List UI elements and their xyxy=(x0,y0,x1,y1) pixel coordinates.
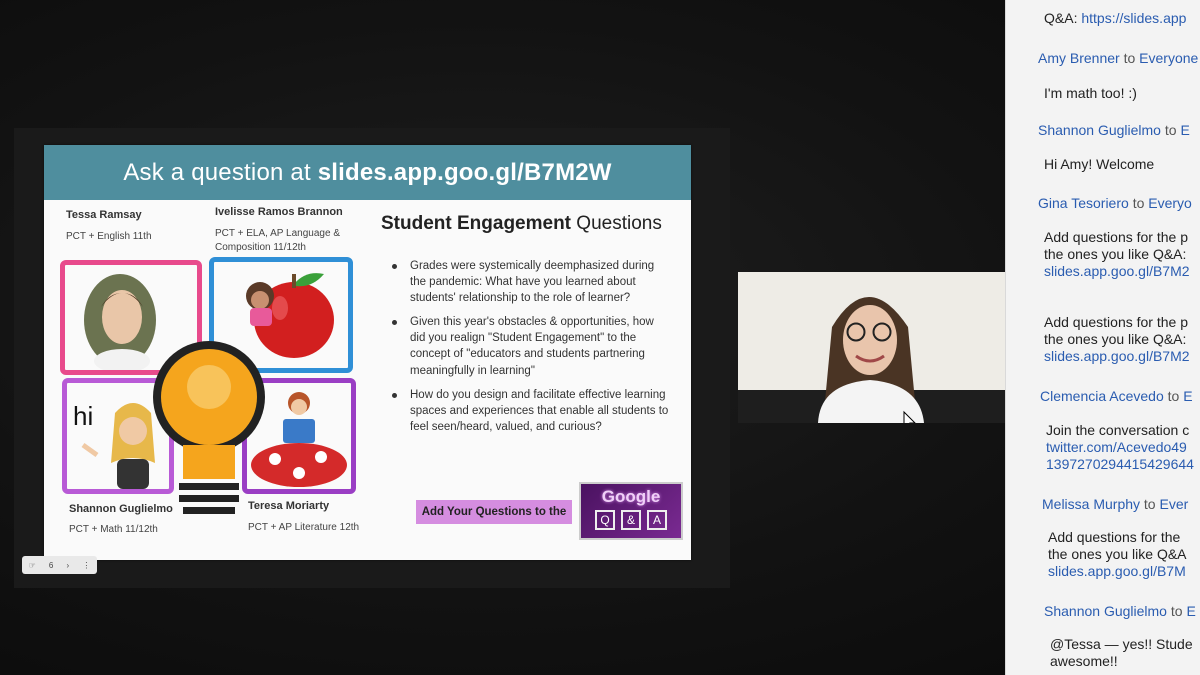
chat-message-text: Add questions for the p xyxy=(1044,229,1188,245)
chat-to-label: to xyxy=(1143,496,1156,512)
header-link: slides.app.goo.gl/B7M2W xyxy=(317,159,612,186)
engagement-title-bold: Student Engagement xyxy=(381,213,572,234)
more-options-button[interactable]: ⋮ xyxy=(82,561,90,570)
chat-qa-prefix: Q&A: xyxy=(1044,10,1082,26)
chat-message-text: Add questions for the xyxy=(1048,529,1181,545)
chat-to-label: to xyxy=(1164,122,1177,138)
chat-message-header: Clemencia Acevedo to E xyxy=(1040,388,1193,404)
question-item: Given this year's obstacles & opportunit… xyxy=(389,314,669,378)
chat-message-text: Add questions for the p xyxy=(1044,314,1188,330)
chat-to-label: to xyxy=(1170,603,1183,619)
chat-sender[interactable]: Melissa Murphy xyxy=(1042,496,1140,512)
page-number: 6 xyxy=(48,560,54,570)
google-qa-logo[interactable]: Google Q & A xyxy=(579,482,683,540)
chat-message-link[interactable]: 1397270294415429644 xyxy=(1046,456,1194,472)
chat-message-link[interactable]: twitter.com/Acevedo49 xyxy=(1046,439,1187,455)
chat-message-text: the ones you like Q&A: xyxy=(1044,331,1187,347)
presenter-name-shannon: Shannon Guglielmo xyxy=(69,503,173,515)
chat-message-header: Amy Brenner to Everyone xyxy=(1038,50,1198,66)
chat-message-link[interactable]: slides.app.goo.gl/B7M2 xyxy=(1044,263,1190,279)
chat-message-header: Melissa Murphy to Ever xyxy=(1042,496,1188,512)
logo-a-key: A xyxy=(647,510,667,530)
presenter-role-teresa: PCT + AP Literature 12th xyxy=(248,522,360,533)
chat-to-label: to xyxy=(1167,388,1180,404)
chat-recipient: Everyone xyxy=(1139,50,1199,66)
logo-q-key: Q xyxy=(595,510,615,530)
presenter-name-ivelisse: Ivelisse Ramos Brannon xyxy=(215,206,343,218)
question-list: Grades were systemically deemphasized du… xyxy=(389,258,669,443)
webcam-video xyxy=(738,272,1007,423)
slide-toolbar: ☞ 6 › ⋮ xyxy=(22,556,97,574)
chat-recipient: E xyxy=(1186,603,1196,619)
chat-message-text: Hi Amy! Welcome xyxy=(1044,156,1155,172)
presenter-name-teresa: Teresa Moriarty xyxy=(248,500,330,512)
chat-message-link[interactable]: slides.app.goo.gl/B7M2 xyxy=(1044,348,1190,364)
engagement-title: Student Engagement Questions xyxy=(381,213,676,235)
slide-header: Ask a question at slides.app.goo.gl/B7M2… xyxy=(44,145,691,200)
chat-message-text: the ones you like Q&A: xyxy=(1044,246,1187,262)
presenter-role-ivelisse-1: PCT + ELA, AP Language & xyxy=(215,228,340,239)
presenter-name-tessa: Tessa Ramsay xyxy=(66,209,142,221)
chat-message-header: Shannon Guglielmo to E xyxy=(1038,122,1190,138)
chat-recipient: Everyo xyxy=(1148,195,1192,211)
logo-amp-key: & xyxy=(621,510,641,530)
add-questions-button[interactable]: Add Your Questions to the xyxy=(416,500,572,524)
chat-message-text: Join the conversation c xyxy=(1046,422,1190,438)
presenter-role-shannon: PCT + Math 11/12th xyxy=(69,524,158,535)
chat-recipient: Ever xyxy=(1159,496,1189,512)
chat-panel: Q&A: https://slides.app Amy Brenner to E… xyxy=(1005,0,1200,675)
chat-sender[interactable]: Amy Brenner xyxy=(1038,50,1120,66)
chat-message-header: Shannon Guglielmo to E xyxy=(1044,603,1196,619)
lightbulb-icon xyxy=(153,341,265,514)
participant-video xyxy=(738,272,1007,423)
pointer-icon[interactable]: ☞ xyxy=(29,561,36,570)
chat-to-label: to xyxy=(1132,195,1145,211)
chat-qa-link[interactable]: https://slides.app xyxy=(1081,10,1186,26)
engagement-title-rest: Questions xyxy=(571,213,662,234)
chat-sender[interactable]: Clemencia Acevedo xyxy=(1040,388,1164,404)
chat-message-text: the ones you like Q&A xyxy=(1048,546,1187,562)
hi-text: hi xyxy=(73,401,93,431)
chat-recipient: E xyxy=(1180,122,1190,138)
presenter-role-ivelisse-2: Composition 11/12th xyxy=(215,242,306,253)
question-item: How do you design and facilitate effecti… xyxy=(389,387,669,435)
chat-recipient: E xyxy=(1183,388,1193,404)
logo-google-word: Google xyxy=(601,487,661,506)
chat-qa-line: Q&A: https://slides.app xyxy=(1044,10,1186,26)
header-prefix: Ask a question at xyxy=(123,159,318,186)
chat-sender[interactable]: Shannon Guglielmo xyxy=(1044,603,1167,619)
chat-message-header: Gina Tesoriero to Everyo xyxy=(1038,195,1192,211)
chat-message-text: @Tessa — yes!! Stude xyxy=(1050,636,1193,652)
presenter-role-tessa: PCT + English 11th xyxy=(66,231,152,242)
chat-sender[interactable]: Shannon Guglielmo xyxy=(1038,122,1161,138)
chat-message-text: I'm math too! :) xyxy=(1044,85,1137,101)
question-item: Grades were systemically deemphasized du… xyxy=(389,258,669,306)
presentation-slide: Ask a question at slides.app.goo.gl/B7M2… xyxy=(44,145,691,560)
chat-to-label: to xyxy=(1123,50,1136,66)
chat-sender[interactable]: Gina Tesoriero xyxy=(1038,195,1129,211)
chat-message-text: awesome!! xyxy=(1050,653,1118,669)
next-page-button[interactable]: › xyxy=(67,561,70,570)
chat-message-link[interactable]: slides.app.goo.gl/B7M xyxy=(1048,563,1186,579)
